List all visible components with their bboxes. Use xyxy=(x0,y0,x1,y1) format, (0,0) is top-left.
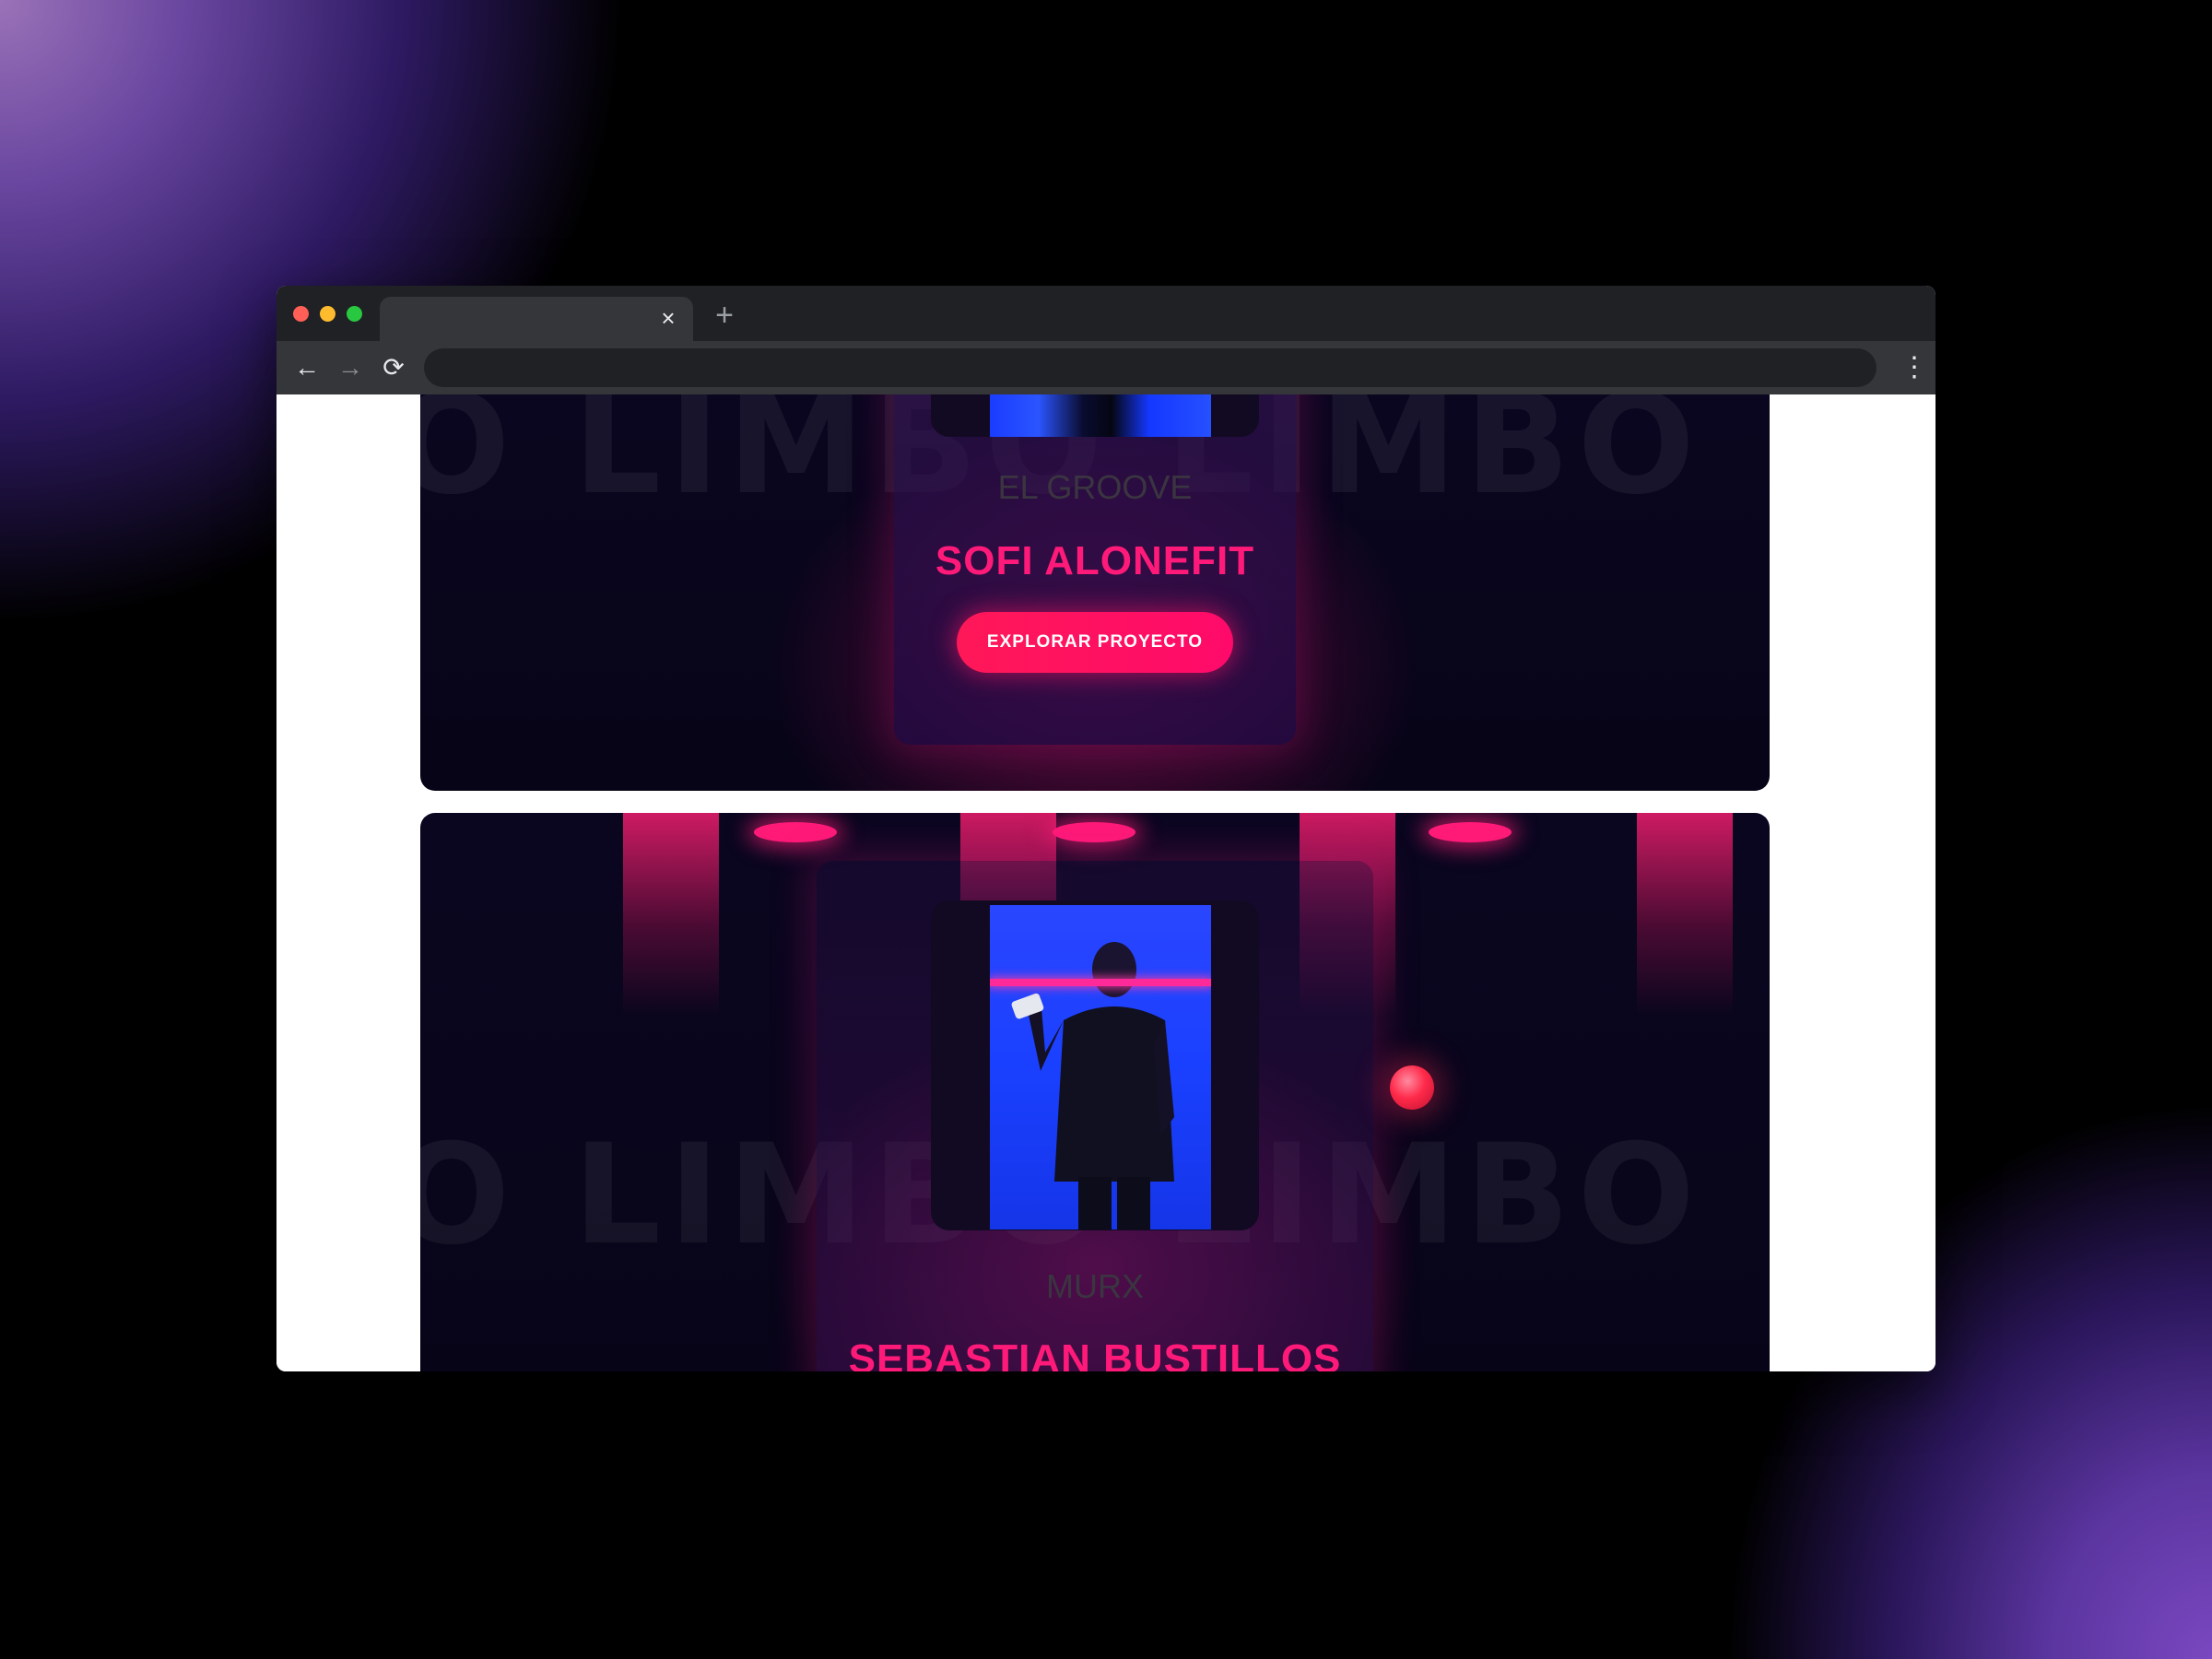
kebab-menu-icon[interactable]: ⋮ xyxy=(1900,350,1928,385)
laser-line xyxy=(990,979,1211,986)
close-icon[interactable]: × xyxy=(654,304,682,332)
project-photo[interactable] xyxy=(990,905,1211,1230)
project-subtitle: EL GROOVE xyxy=(997,468,1193,506)
project-card: O LIMBO LIMBO LIMBO LI EL GROOVE SOFI AL… xyxy=(420,394,1770,791)
close-window-button[interactable] xyxy=(293,306,309,322)
glowing-orb xyxy=(1390,1065,1434,1110)
spotlight-lamp xyxy=(1429,822,1512,842)
project-card: O LIMBO LIMBO LIMBO LI M xyxy=(420,813,1770,1371)
artist-silhouette xyxy=(1011,942,1174,1230)
address-bar[interactable] xyxy=(424,348,1877,387)
project-photo-frame xyxy=(931,394,1259,437)
spotlight-beam xyxy=(623,813,719,1016)
browser-tab[interactable]: × xyxy=(380,297,693,341)
project-subtitle: MURX xyxy=(1046,1267,1144,1305)
spotlight-lamp xyxy=(1053,822,1135,842)
project-photo[interactable] xyxy=(990,394,1211,437)
reload-icon[interactable]: ⟳ xyxy=(376,350,411,385)
spotlight-lamp xyxy=(754,822,837,842)
arrow-left-icon[interactable]: ← xyxy=(289,350,324,385)
project-photo-frame xyxy=(931,900,1259,1230)
project-artist-name: SEBASTIAN BUSTILLOS xyxy=(848,1336,1342,1371)
spotlight-beam xyxy=(1637,813,1733,1016)
plus-icon[interactable]: + xyxy=(708,299,741,332)
project-artist-name: SOFI ALONEFIT xyxy=(935,538,1255,583)
arrow-right-icon[interactable]: → xyxy=(333,350,368,385)
tab-bar: × + xyxy=(276,286,1936,341)
minimize-window-button[interactable] xyxy=(320,306,335,322)
browser-window: × + ← → ⟳ ⋮ O LIMBO LIMBO LIMBO LI EL GR… xyxy=(276,286,1936,1371)
explore-project-button[interactable]: EXPLORAR PROYECTO xyxy=(957,612,1233,673)
maximize-window-button[interactable] xyxy=(347,306,362,322)
browser-toolbar: ← → ⟳ ⋮ xyxy=(276,341,1936,396)
page-content: O LIMBO LIMBO LIMBO LI EL GROOVE SOFI AL… xyxy=(276,394,1936,1371)
